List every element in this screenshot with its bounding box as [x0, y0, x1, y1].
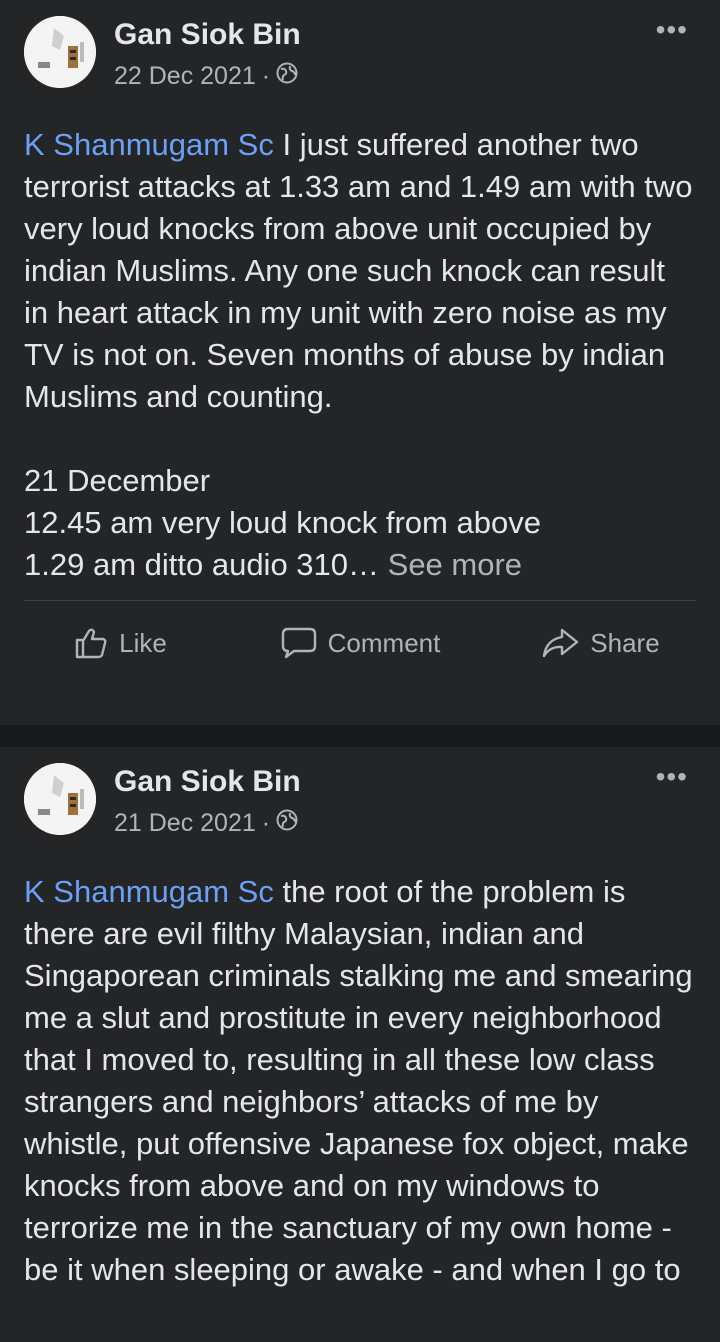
post-card: Gan Siok Bin 22 Dec 2021 · ••• K Shanmug…	[0, 0, 720, 725]
post-date[interactable]: 22 Dec 2021	[114, 62, 256, 91]
post-card: Gan Siok Bin 21 Dec 2021 · ••• K Shanmug…	[0, 747, 720, 1342]
post-header: Gan Siok Bin 22 Dec 2021 · •••	[0, 0, 720, 104]
globe-icon	[276, 809, 298, 838]
share-button[interactable]: Share	[480, 625, 720, 661]
post-body: K Shanmugam Sc I just suffered another t…	[0, 104, 720, 586]
action-bar: Like Comment Share	[0, 601, 720, 685]
post-meta: 21 Dec 2021 ·	[114, 809, 298, 838]
mention-link[interactable]: K Shanmugam Sc	[24, 127, 274, 162]
mention-link[interactable]: K Shanmugam Sc	[24, 874, 274, 909]
more-options-icon[interactable]: •••	[656, 14, 688, 46]
post-header: Gan Siok Bin 21 Dec 2021 · •••	[0, 747, 720, 851]
more-options-icon[interactable]: •••	[656, 761, 688, 793]
share-icon	[543, 628, 579, 658]
author-name[interactable]: Gan Siok Bin	[114, 765, 301, 799]
comment-button[interactable]: Comment	[240, 625, 480, 661]
post-text: I just suffered another two terrorist at…	[24, 127, 693, 582]
post-text: the root of the problem is there are evi…	[24, 874, 702, 1287]
post-date[interactable]: 21 Dec 2021	[114, 809, 256, 838]
meta-separator: ·	[261, 809, 271, 837]
like-label: Like	[119, 627, 167, 658]
avatar[interactable]	[24, 16, 96, 88]
comment-label: Comment	[327, 627, 441, 658]
post-meta: 22 Dec 2021 ·	[114, 62, 298, 91]
share-label: Share	[590, 627, 660, 658]
avatar[interactable]	[24, 763, 96, 835]
like-icon	[75, 628, 107, 659]
see-more-link[interactable]: See more	[388, 547, 522, 582]
post-body: K Shanmugam Sc the root of the problem i…	[0, 851, 720, 1291]
author-name[interactable]: Gan Siok Bin	[114, 18, 301, 52]
meta-separator: ·	[261, 62, 271, 90]
globe-icon	[276, 62, 298, 91]
comment-icon	[281, 627, 316, 659]
like-button[interactable]: Like	[0, 625, 240, 661]
